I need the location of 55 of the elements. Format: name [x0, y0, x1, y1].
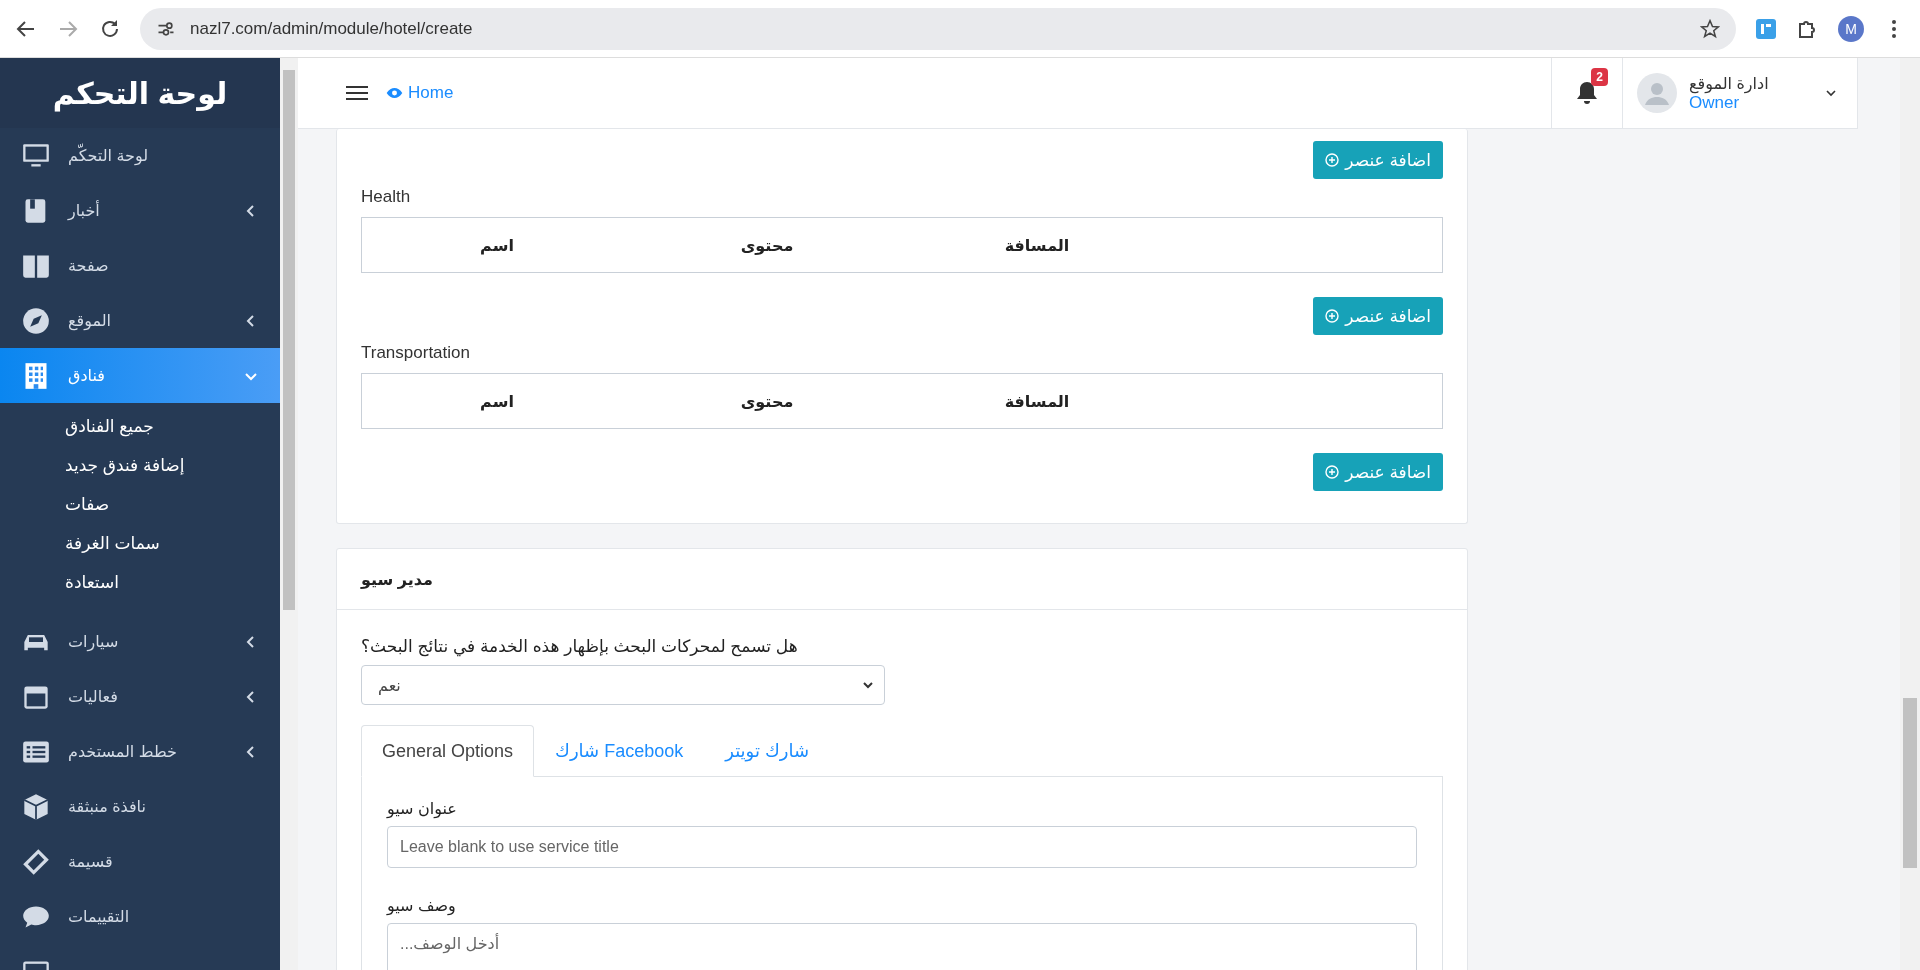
plus-icon [1325, 309, 1340, 323]
sidebar-item[interactable]: قسيمة [0, 834, 280, 889]
sidebar-item[interactable]: أخبار [0, 183, 280, 238]
profile-avatar[interactable]: M [1838, 15, 1864, 42]
sidebar-subitem[interactable]: استعادة [65, 563, 280, 602]
column-header: محتوى [739, 391, 795, 411]
compass-icon [22, 306, 50, 335]
sidebar-subitem[interactable]: إضافة فندق جديد [65, 446, 280, 485]
column-header: المسافة [1003, 235, 1071, 255]
monitor-icon [22, 141, 50, 170]
bell-icon[interactable] [1576, 81, 1598, 105]
menu-icon[interactable] [346, 85, 368, 101]
plus-icon [1325, 153, 1340, 167]
section-title: Health [361, 187, 412, 207]
chevron-icon [1825, 87, 1837, 99]
sidebar-item[interactable]: التقييمات [0, 889, 280, 944]
url-text: nazl7.com/admin/module/hotel/create [190, 18, 474, 39]
sidebar-item[interactable]: سيارات [0, 614, 280, 669]
notification-badge: 2 [1591, 68, 1608, 86]
user-name: ادارة الموقع [1689, 73, 1770, 93]
user-role: Owner [1689, 92, 1740, 113]
card-title: مدير سيو [361, 569, 433, 589]
select-field[interactable]: نعم [361, 665, 885, 705]
sidebar-item[interactable]: فعاليات [0, 669, 280, 724]
sidebar-item[interactable]: الموقع [0, 293, 280, 348]
eye-icon [386, 87, 403, 99]
section-title: Transportation [361, 343, 471, 363]
star-icon[interactable] [1700, 18, 1720, 39]
extension-icon[interactable] [1754, 16, 1778, 41]
page-scrollbar[interactable] [1900, 58, 1920, 970]
sidebar-subitem[interactable]: جميع الفنادق [65, 407, 280, 446]
caret-icon [862, 679, 874, 691]
column-header: اسم [479, 391, 515, 411]
column-header: محتوى [739, 235, 795, 255]
sidebar-title: لوحة التحكم [0, 58, 280, 128]
field-label: هل تسمح لمحركات البحث بإظهار هذه الخدمة في نتائج البحث؟ [361, 636, 799, 657]
sidebar-item[interactable]: نافذة منبثقة [0, 779, 280, 834]
plus-icon [1325, 465, 1340, 479]
sidebar-item[interactable]: لوحة التحكّم [0, 128, 280, 183]
title-field[interactable]: Leave blank to use service title [387, 826, 1417, 868]
avatar-icon [1637, 73, 1677, 113]
column-header: المسافة [1003, 391, 1071, 411]
description-field[interactable]: ...أدخل الوصف [387, 923, 1417, 970]
cube-icon [22, 792, 50, 821]
sidebar-item[interactable]: صفحة [0, 238, 280, 293]
ticket-icon [22, 847, 50, 876]
sidebar-item[interactable]: خطط المستخدم [0, 724, 280, 779]
sidebar-subitem[interactable]: صفات [65, 485, 280, 524]
tab[interactable]: General Options [361, 725, 535, 777]
sidebar-subitem[interactable]: سمات الغرفة [65, 524, 280, 563]
field-label: وصف سيو [387, 896, 457, 915]
address-bar[interactable]: nazl7.com/admin/module/hotel/create [140, 7, 1736, 50]
column-header: اسم [479, 235, 515, 255]
sidebar-scrollbar[interactable] [280, 58, 298, 970]
field-label: عنوان سيو [387, 799, 458, 818]
